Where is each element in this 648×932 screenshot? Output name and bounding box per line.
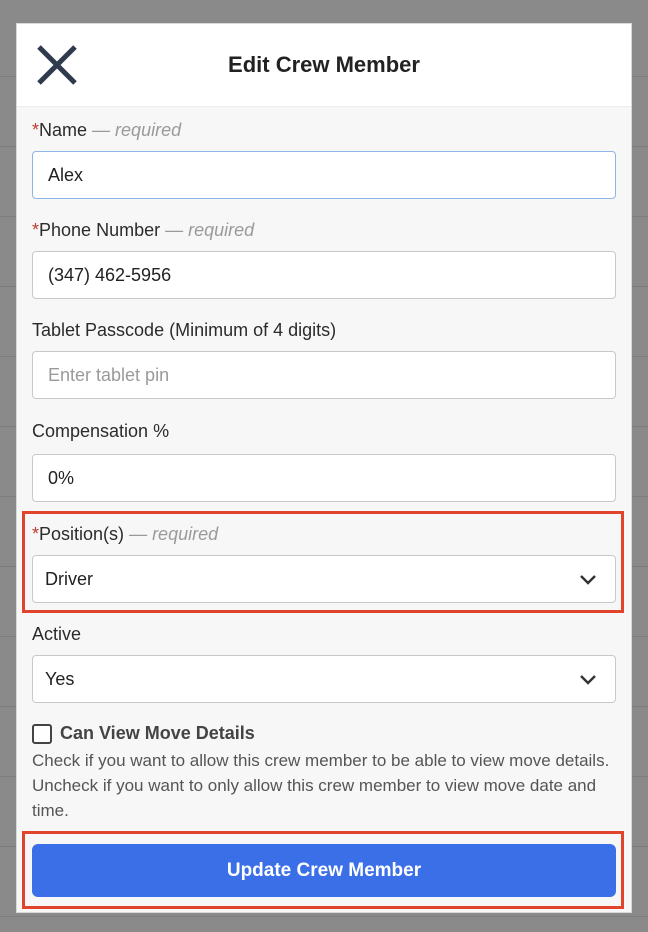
modal-title: Edit Crew Member bbox=[228, 52, 420, 77]
active-selected-value: Yes bbox=[45, 669, 75, 689]
tablet-passcode-label: Tablet Passcode (Minimum of 4 digits) bbox=[32, 320, 337, 340]
update-crew-member-button[interactable]: Update Crew Member bbox=[32, 844, 616, 897]
positions-selected-value: Driver bbox=[45, 569, 93, 589]
required-note: — required bbox=[129, 524, 219, 544]
tablet-passcode-input[interactable] bbox=[32, 351, 616, 399]
positions-select[interactable]: Driver bbox=[32, 555, 616, 603]
edit-crew-member-modal: Edit Crew Member *Name — required *Phone… bbox=[17, 24, 631, 912]
phone-label-text: Phone Number bbox=[39, 220, 161, 240]
chevron-down-icon bbox=[580, 575, 596, 585]
chevron-down-icon bbox=[580, 675, 596, 685]
active-select[interactable]: Yes bbox=[32, 655, 616, 703]
close-icon bbox=[37, 45, 77, 85]
modal-header: Edit Crew Member bbox=[17, 24, 631, 107]
name-label-text: Name bbox=[39, 120, 88, 140]
phone-number-input[interactable] bbox=[32, 251, 616, 299]
compensation-input[interactable] bbox=[32, 454, 616, 502]
required-marker: * bbox=[32, 120, 40, 140]
can-view-move-details-checkbox[interactable] bbox=[32, 724, 52, 744]
name-label: *Name — required bbox=[32, 120, 181, 141]
can-view-move-details-help: Check if you want to allow this crew mem… bbox=[32, 751, 610, 820]
phone-label: *Phone Number — required bbox=[32, 220, 254, 241]
required-marker: * bbox=[32, 524, 40, 544]
name-input[interactable] bbox=[32, 151, 616, 199]
required-marker: * bbox=[32, 220, 40, 240]
can-view-move-details-label: Can View Move Details bbox=[60, 723, 255, 743]
required-note: — required bbox=[165, 220, 255, 240]
positions-label-text: Position(s) bbox=[39, 524, 125, 544]
close-button[interactable] bbox=[35, 43, 79, 87]
compensation-label: Compensation % bbox=[32, 421, 170, 441]
active-label: Active bbox=[32, 624, 82, 644]
positions-label: *Position(s) — required bbox=[32, 524, 218, 545]
required-note: — required bbox=[92, 120, 182, 140]
